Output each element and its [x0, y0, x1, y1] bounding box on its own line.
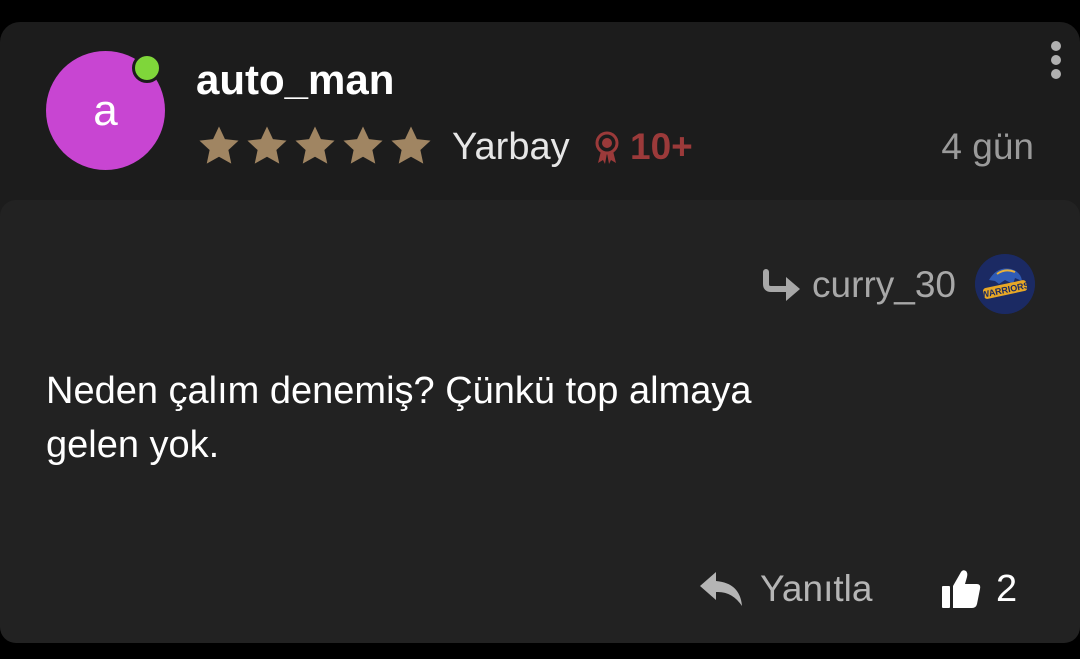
reply-button[interactable]: Yanıtla — [698, 566, 872, 612]
star-icon — [343, 126, 383, 164]
star-rating — [196, 122, 436, 170]
reply-to-avatar[interactable]: WARRIORS — [975, 254, 1035, 314]
user-rank: Yarbay — [452, 126, 570, 168]
thumbs-up-icon — [942, 570, 981, 608]
comment-text-line: Neden çalım denemiş? Çünkü top almaya — [46, 370, 752, 412]
like-button[interactable]: 2 — [940, 566, 1017, 612]
avatar-letter: a — [93, 85, 118, 135]
like-count: 2 — [996, 568, 1018, 610]
star-icon — [247, 126, 287, 164]
reply-label: Yanıtla — [760, 568, 873, 609]
user-points: 10+ — [630, 126, 693, 167]
medal-icon — [595, 131, 619, 164]
online-status-dot — [132, 53, 162, 83]
warriors-logo-image: WARRIORS — [975, 254, 1035, 314]
star-icon — [295, 126, 335, 164]
comment-text: Neden çalım denemiş? Çünkü top almaya ge… — [46, 364, 1006, 472]
reply-to-username: curry_30 — [812, 264, 956, 305]
star-icon — [199, 126, 239, 164]
comment-body: curry_30 WARRIORS Neden çalım denemiş? Ç… — [0, 200, 1080, 643]
comment-text-line: gelen yok. — [46, 424, 220, 466]
reply-icon — [700, 572, 742, 606]
timestamp: 4 gün — [941, 126, 1034, 167]
more-vertical-icon[interactable] — [1044, 40, 1068, 80]
username[interactable]: auto_man — [196, 56, 394, 104]
comment-card: a auto_man Yarbay 10+ 4 gün curry_30 WAR… — [0, 22, 1080, 643]
reply-to-link[interactable]: curry_30 — [762, 262, 956, 308]
star-icon — [391, 126, 431, 164]
reply-arrow-icon — [763, 269, 801, 301]
